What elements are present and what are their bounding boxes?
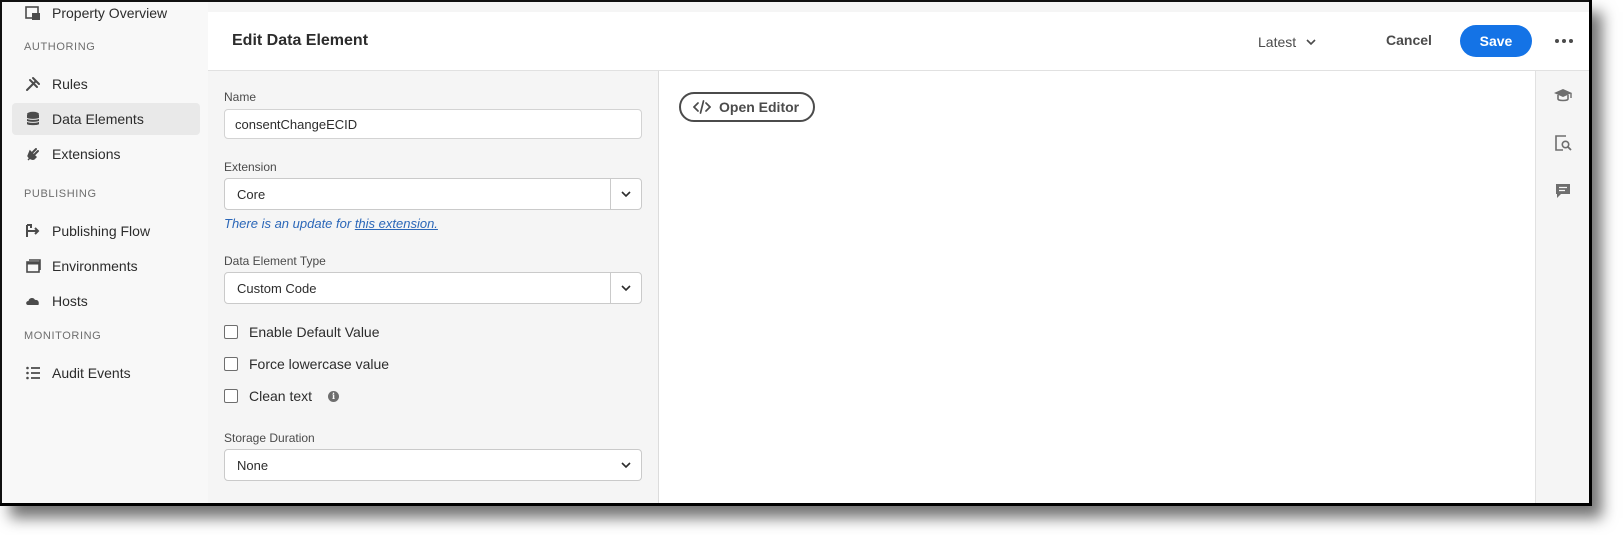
search-document-icon [1555,135,1572,151]
more-options-button[interactable] [1552,30,1576,52]
extension-label: Extension [224,160,277,174]
publishing-flow-icon [24,222,42,240]
enable-default-value-checkbox[interactable]: Enable Default Value [224,324,380,340]
open-editor-label: Open Editor [719,99,800,115]
sidebar-item-label: Environments [52,258,138,274]
clean-text-checkbox[interactable]: Clean text i [224,388,340,404]
app-window: Property Overview AUTHORING Rules Data E… [0,0,1592,506]
extension-value: Core [237,186,266,202]
section-label-publishing: PUBLISHING [24,188,97,200]
editor-area: Open Editor [659,71,1535,503]
sidebar-item-label: Property Overview [52,5,168,21]
learn-button[interactable] [1552,85,1574,107]
type-dropdown-button[interactable] [610,273,641,303]
storage-duration-picker[interactable]: None [224,449,642,481]
property-overview-icon [24,4,42,22]
rules-icon [24,75,42,93]
cancel-button[interactable]: Cancel [1386,32,1432,48]
chevron-down-icon [621,284,631,291]
info-icon[interactable]: i [328,390,340,402]
sidebar: Property Overview AUTHORING Rules Data E… [2,2,208,503]
comment-icon [1556,184,1570,198]
top-strip [208,2,1589,12]
sidebar-item-environments[interactable]: Environments [12,250,200,282]
sidebar-item-label: Extensions [52,146,121,162]
list-icon [24,364,42,382]
graduation-cap-icon [1554,89,1572,102]
update-note: There is an update for this extension. [224,216,438,231]
checkbox-label: Clean text [249,388,313,404]
type-label: Data Element Type [224,254,326,268]
checkbox-box[interactable] [224,357,238,371]
cloud-icon [24,292,42,310]
code-icon [693,100,711,114]
sidebar-item-label: Rules [52,76,88,92]
name-field[interactable]: consentChangeECID [224,109,642,139]
sidebar-item-extensions[interactable]: Extensions [12,138,200,170]
update-note-text: There is an update for [224,216,355,231]
extension-dropdown-button[interactable] [610,179,641,209]
chevron-down-icon [621,190,631,197]
type-combobox[interactable]: Custom Code [224,272,642,304]
preview-button[interactable] [1552,132,1574,154]
more-icon [1555,39,1573,43]
update-extension-link[interactable]: this extension. [355,216,438,231]
chevron-down-icon [1306,38,1316,45]
form-panel: Name consentChangeECID Extension Core Th… [208,71,659,503]
checkbox-label: Force lowercase value [249,356,390,372]
right-rail [1535,71,1589,503]
sidebar-item-rules[interactable]: Rules [12,68,200,100]
plug-icon [24,145,42,163]
extension-combobox[interactable]: Core [224,178,642,210]
page-header: Edit Data Element Latest Cancel Save [208,12,1589,71]
sidebar-item-hosts[interactable]: Hosts [12,285,200,317]
name-label: Name [224,90,257,104]
sidebar-item-label: Publishing Flow [52,223,151,239]
open-editor-button[interactable]: Open Editor [679,92,816,122]
storage-duration-dropdown[interactable] [611,450,641,480]
version-label: Latest [1258,34,1297,50]
section-label-monitoring: MONITORING [24,330,102,342]
section-label-authoring: AUTHORING [24,41,96,53]
checkbox-box[interactable] [224,389,238,403]
sidebar-item-label: Hosts [52,293,88,309]
comments-button[interactable] [1552,180,1574,202]
checkbox-box[interactable] [224,325,238,339]
type-value: Custom Code [237,280,317,296]
force-lowercase-checkbox[interactable]: Force lowercase value [224,356,389,372]
chevron-down-icon [621,461,631,468]
checkbox-label: Enable Default Value [249,324,380,340]
save-button[interactable]: Save [1460,25,1532,57]
storage-duration-label: Storage Duration [224,431,315,445]
sidebar-item-label: Audit Events [52,365,131,381]
sidebar-item-data-elements[interactable]: Data Elements [12,103,200,135]
page-title: Edit Data Element [232,32,369,49]
environments-icon [24,257,42,275]
sidebar-item-publishing-flow[interactable]: Publishing Flow [12,215,200,247]
sidebar-item-label: Data Elements [52,111,144,127]
storage-duration-value: None [237,457,269,473]
sidebar-item-property-overview[interactable]: Property Overview [12,0,200,29]
database-icon [24,110,42,128]
version-selector[interactable]: Latest [1258,34,1316,50]
sidebar-item-audit-events[interactable]: Audit Events [12,357,200,389]
